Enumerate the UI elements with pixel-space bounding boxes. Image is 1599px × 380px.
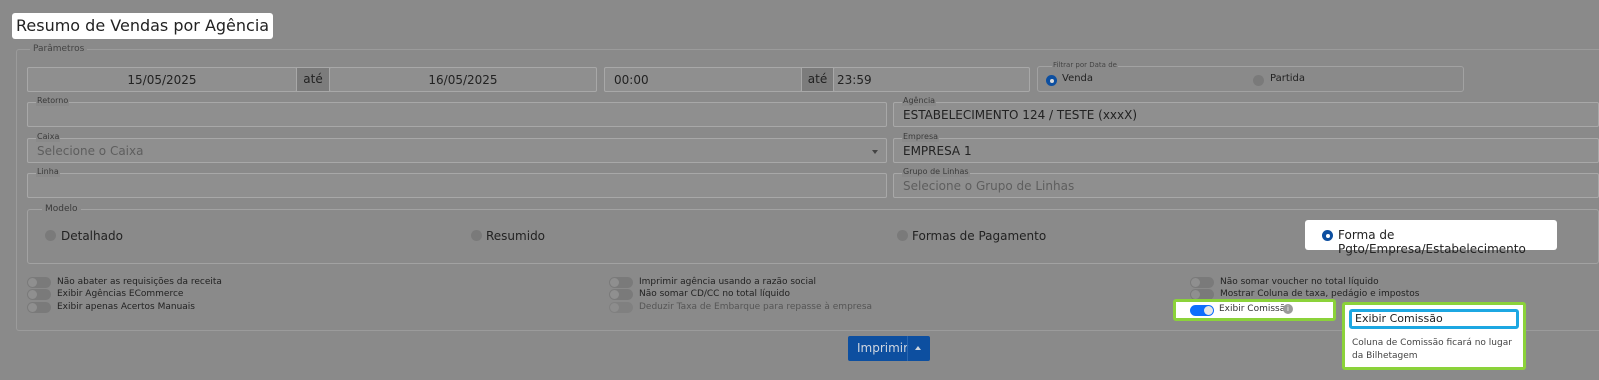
toggle-acertos-manuais-label: Exibir apenas Acertos Manuais (57, 302, 195, 312)
agencia-label: Agência (902, 96, 937, 106)
date-start-value: 15/05/2025 (127, 73, 197, 87)
linha-label: Linha (36, 167, 60, 177)
radio-formas-pagamento[interactable] (897, 230, 908, 241)
time-separator: até (801, 67, 834, 92)
radio-partida-label: Partida (1270, 73, 1305, 84)
toggle-exibir-comissao[interactable] (1190, 305, 1214, 316)
toggle-agencias-ecommerce[interactable] (27, 289, 51, 300)
modelo-legend: Modelo (42, 204, 81, 214)
print-button[interactable]: Imprimir (848, 336, 930, 361)
caixa-label: Caixa (36, 132, 61, 142)
empresa-value: EMPRESA 1 (903, 144, 972, 158)
tooltip-body: Coluna de Comissão ficará no lugar da Bi… (1352, 338, 1512, 361)
radio-formas-pagamento-label: Formas de Pagamento (912, 229, 1047, 243)
parameters-legend: Parâmetros (30, 44, 88, 54)
chevron-down-icon (872, 150, 878, 154)
toggle-nao-somar-voucher-label: Não somar voucher no total líquido (1220, 277, 1379, 287)
caixa-select[interactable]: Caixa Selecione o Caixa (27, 132, 887, 163)
caret-up-icon[interactable] (915, 346, 921, 350)
grupo-linhas-placeholder: Selecione o Grupo de Linhas (903, 179, 1075, 193)
toggle-nao-somar-cdcc[interactable] (609, 289, 633, 300)
print-button-label: Imprimir (857, 341, 909, 355)
radio-detalhado[interactable] (45, 230, 56, 241)
toggle-acertos-manuais[interactable] (27, 302, 51, 313)
toggle-exibir-comissao-label: Exibir Comissão (1219, 304, 1291, 314)
comissao-tooltip: Exibir Comissão Coluna de Comissão ficar… (1342, 302, 1526, 370)
toggle-agencias-ecommerce-label: Exibir Agências ECommerce (57, 289, 184, 299)
caixa-placeholder: Selecione o Caixa (37, 144, 144, 158)
tooltip-title: Exibir Comissão (1349, 309, 1519, 329)
filter-date-group (1037, 66, 1464, 92)
time-start-input[interactable]: 00:00 (604, 67, 802, 92)
time-end-value: 23:59 (837, 73, 872, 87)
radio-forma-pgto-empresa[interactable] (1322, 230, 1333, 241)
radio-venda-label: Venda (1062, 73, 1094, 84)
radio-detalhado-label: Detalhado (61, 229, 123, 243)
toggle-nao-abater[interactable] (27, 277, 51, 288)
toggle-deduzir-taxa[interactable] (609, 302, 633, 313)
agencia-value: ESTABELECIMENTO 124 / TESTE (xxxX) (903, 108, 1138, 122)
date-end-value: 16/05/2025 (428, 73, 498, 87)
button-divider (907, 336, 908, 361)
grupo-linhas-select[interactable]: Grupo de Linhas Selecione o Grupo de Lin… (893, 167, 1599, 198)
radio-resumido-label: Resumido (486, 229, 546, 243)
agencia-select[interactable]: Agência ESTABELECIMENTO 124 / TESTE (xxx… (893, 96, 1599, 127)
exibir-comissao-highlight: Exibir Comissão i (1173, 299, 1336, 321)
empresa-select[interactable]: Empresa EMPRESA 1 (893, 132, 1599, 163)
toggle-coluna-taxa-label: Mostrar Coluna de taxa, pedágio e impost… (1220, 289, 1420, 299)
radio-partida[interactable] (1253, 75, 1264, 86)
linha-select[interactable]: Linha (27, 167, 887, 198)
info-icon[interactable]: i (1283, 304, 1293, 314)
toggle-razao-social[interactable] (609, 277, 633, 288)
retorno-input[interactable]: Retorno (27, 96, 887, 127)
time-start-value: 00:00 (614, 73, 649, 87)
filter-date-label: Filtrar por Data de (1052, 61, 1118, 69)
grupo-linhas-label: Grupo de Linhas (902, 167, 970, 177)
page-title: Resumo de Vendas por Agência (12, 13, 274, 39)
date-separator: até (296, 67, 330, 92)
radio-venda[interactable] (1046, 75, 1057, 86)
toggle-deduzir-taxa-label: Deduzir Taxa de Embarque para repasse à … (639, 302, 873, 312)
empresa-label: Empresa (902, 132, 940, 142)
toggle-nao-somar-voucher[interactable] (1190, 277, 1214, 288)
toggle-nao-somar-cdcc-label: Não somar CD/CC no total líquido (639, 289, 790, 299)
retorno-label: Retorno (36, 96, 70, 106)
toggle-razao-social-label: Imprimir agência usando a razão social (639, 277, 817, 287)
radio-forma-pgto-empresa-option[interactable]: Forma de Pgto/Empresa/Estabelecimento (1305, 220, 1557, 256)
toggle-nao-abater-label: Não abater as requisições da receita (57, 277, 222, 287)
time-end-input[interactable]: 23:59 (833, 67, 1030, 92)
radio-resumido[interactable] (471, 230, 482, 241)
radio-forma-pgto-empresa-label: Forma de Pgto/Empresa/Estabelecimento (1338, 228, 1526, 256)
